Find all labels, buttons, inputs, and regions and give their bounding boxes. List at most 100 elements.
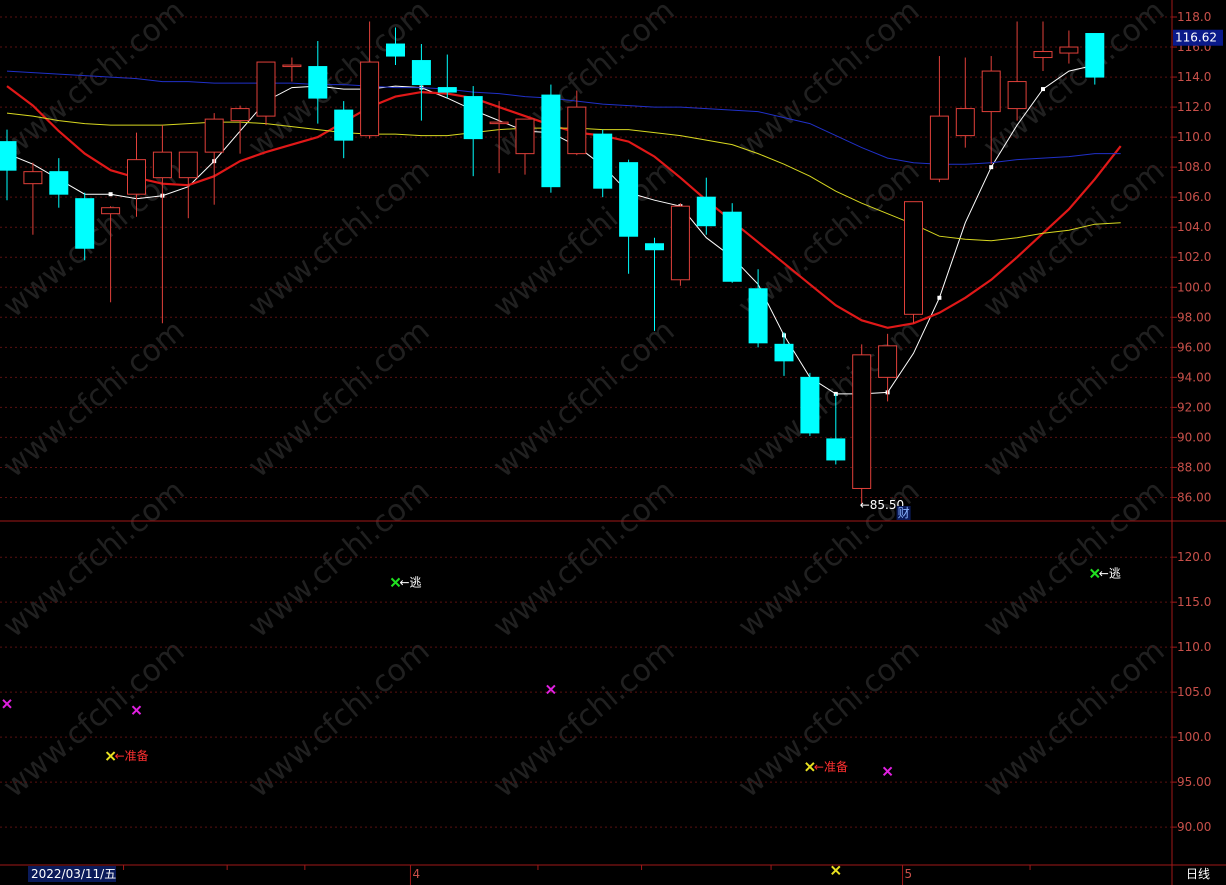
signal-cross [390, 577, 401, 588]
signal-label: ←准备 [115, 749, 149, 763]
candle-body [23, 171, 43, 185]
candle-body [463, 96, 483, 140]
watermark-text: www.cfchi.com [242, 153, 437, 324]
footer-bar: 2022/03/11/五 日线 [28, 866, 1210, 882]
watermark-text: www.cfchi.com [487, 633, 682, 804]
watermark-text: www.cfchi.com [977, 633, 1172, 804]
y-tick-label: 110.0 [1177, 130, 1211, 144]
candle-body [774, 343, 794, 362]
signal-cross [105, 751, 116, 761]
y-tick-label: 106.0 [1177, 190, 1211, 204]
period-label[interactable]: 日线 [1186, 867, 1210, 881]
candle-body [308, 66, 328, 99]
signal-cross [131, 705, 142, 715]
candle-body [541, 94, 561, 188]
candle-body [852, 354, 872, 489]
month-label: 5 [905, 867, 913, 881]
candle-body [127, 159, 146, 195]
candle-body [75, 198, 95, 249]
y-tick-label: 94.00 [1177, 370, 1211, 384]
y-tick-label: 100.0 [1177, 730, 1211, 744]
watermark-text: www.cfchi.com [0, 473, 191, 644]
ma-point [989, 165, 994, 170]
y-tick-label: 118.0 [1177, 10, 1211, 24]
candle-body [929, 115, 949, 180]
signal-cross [831, 865, 841, 876]
candle-body [1033, 51, 1053, 59]
y-tick-label: 86.00 [1177, 490, 1211, 504]
candle-body [904, 201, 923, 315]
stock-chart: www.cfchi.com www.cfchi.com www.cfchi.com w… [0, 0, 1226, 885]
candle-body [645, 243, 664, 251]
candle-body [204, 118, 224, 153]
candle-body [567, 106, 587, 155]
candle-body [696, 196, 716, 227]
candle-body [593, 133, 613, 189]
y-tick-label: 104.0 [1177, 220, 1211, 234]
month-label: 4 [412, 867, 420, 881]
watermark-text: www.cfchi.com [487, 313, 682, 484]
y-tick-label: 114.0 [1177, 70, 1211, 84]
ma-point [1041, 87, 1045, 92]
candle-body [360, 61, 380, 137]
watermark-text: www.cfchi.com [242, 633, 437, 804]
candle-body [826, 438, 846, 461]
watermark-text: www.cfchi.com [0, 313, 191, 484]
candle-body [152, 151, 172, 179]
event-marker: 财 [898, 506, 910, 520]
watermark-text: www.cfchi.com [977, 473, 1172, 644]
signal-label: ←准备 [814, 760, 848, 774]
candle-body [386, 43, 405, 57]
y-tick-label: 90.00 [1177, 820, 1211, 834]
signal-cross [1090, 568, 1100, 579]
ma-point [108, 192, 113, 197]
watermark-text: www.cfchi.com [0, 633, 191, 804]
candle-body [256, 61, 276, 117]
y-tick-label: 88.00 [1177, 460, 1211, 474]
watermark-text: www.cfchi.com [242, 313, 437, 484]
watermark-text: www.cfchi.com [487, 473, 682, 644]
y-tick-label: 112.0 [1177, 100, 1211, 114]
y-tick-label: 96.00 [1177, 340, 1211, 354]
candle-body [748, 288, 768, 344]
candle-body [1007, 81, 1027, 110]
signal-label: ←逃 [400, 575, 422, 589]
candle-body [334, 109, 354, 141]
candle-body [800, 376, 820, 434]
y-tick-label: 98.00 [1177, 310, 1211, 324]
signal-label: ←逃 [1099, 566, 1121, 580]
signal-cross [882, 766, 893, 777]
watermark-text: www.cfchi.com [977, 313, 1172, 484]
y-tick-label: 110.0 [1177, 640, 1211, 654]
y-tick-label: 120.0 [1177, 550, 1211, 564]
candle-body [411, 60, 431, 86]
watermark-text: www.cfchi.com [242, 473, 437, 644]
candle-body [515, 118, 535, 155]
signal-cross [2, 699, 12, 709]
watermark-text: www.cfchi.com [732, 633, 927, 804]
y-tick-label: 95.00 [1177, 775, 1211, 789]
watermark-text: www.cfchi.com [977, 0, 1172, 165]
candle-body [878, 345, 898, 378]
candle-body [437, 87, 457, 93]
candle-body [282, 64, 302, 68]
y-tick-label: 108.0 [1177, 160, 1211, 174]
candle-body [981, 70, 1001, 113]
candle-body [722, 211, 742, 282]
date-label: 2022/03/11/五 [31, 867, 116, 881]
y-tick-label: 100.0 [1177, 280, 1211, 294]
candle-body [1085, 33, 1105, 78]
last-price-label: 116.62 [1175, 31, 1217, 45]
y-tick-label: 92.00 [1177, 400, 1211, 414]
y-tick-label: 115.0 [1177, 595, 1211, 609]
candle-body [178, 151, 198, 179]
y-tick-label: 90.00 [1177, 430, 1211, 444]
y-tick-label: 102.0 [1177, 250, 1211, 264]
candle-body [230, 108, 250, 122]
candle-body [1059, 46, 1079, 54]
candle-body [955, 108, 975, 137]
y-tick-label: 105.0 [1177, 685, 1211, 699]
signal-cross [805, 762, 815, 772]
candle-body [489, 121, 509, 125]
watermark-text: www.cfchi.com [732, 0, 927, 165]
